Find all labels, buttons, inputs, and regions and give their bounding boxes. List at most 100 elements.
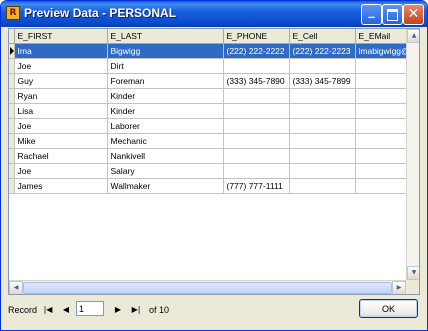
table-cell[interactable] (223, 118, 290, 134)
minimize-button[interactable]: _ (361, 4, 382, 25)
empty-row (9, 250, 415, 264)
scroll-thumb[interactable] (23, 282, 392, 294)
table-cell[interactable] (223, 103, 290, 119)
table-row[interactable]: Mike Mechanic (9, 133, 416, 149)
record-label: Record (8, 305, 38, 315)
next-record-icon[interactable]: ▶ (111, 303, 125, 317)
row-header[interactable] (9, 163, 15, 179)
table-cell[interactable]: James (14, 178, 108, 194)
table-row[interactable]: Joe Salary (9, 163, 416, 179)
table-cell[interactable]: (222) 222-2222 (223, 43, 290, 59)
table-row[interactable]: Ryan Kinder (9, 88, 416, 104)
data-table: E_FIRST E_LAST E_PHONE E_Cell E_EMail Im… (9, 29, 416, 264)
table-cell[interactable]: Mike (14, 133, 108, 149)
table-row[interactable]: James Wallmaker (777) 777-1111 (9, 178, 416, 194)
table-cell[interactable] (289, 88, 356, 104)
table-cell[interactable]: (222) 222-2223 (289, 43, 356, 59)
horizontal-scrollbar[interactable]: ◀ ▶ (9, 280, 406, 294)
record-navigator: Record |◀ ◀ ▶ ▶| of 10 OK (5, 297, 423, 325)
table-cell[interactable]: Joe (14, 163, 108, 179)
column-header[interactable]: E_FIRST (14, 29, 108, 44)
empty-cell (107, 222, 223, 236)
table-cell[interactable]: (333) 345-7899 (289, 73, 356, 89)
table-cell[interactable]: Lisa (14, 103, 108, 119)
table-cell[interactable]: Guy (14, 73, 108, 89)
table-row[interactable]: Guy Foreman (333) 345-7890 (333) 345-7899 (9, 73, 416, 89)
table-cell[interactable]: Kinder (107, 103, 224, 119)
empty-cell (107, 250, 223, 264)
table-cell[interactable]: Ima (14, 43, 108, 59)
row-header[interactable] (9, 58, 15, 74)
empty-cell (107, 208, 223, 222)
row-header[interactable] (9, 88, 15, 104)
table-cell[interactable] (223, 88, 290, 104)
table-cell[interactable] (289, 118, 356, 134)
first-record-icon[interactable]: |◀ (41, 303, 55, 317)
table-cell[interactable] (289, 148, 356, 164)
column-header[interactable]: E_PHONE (223, 29, 290, 44)
table-cell[interactable] (223, 148, 290, 164)
row-header[interactable] (9, 178, 15, 194)
empty-cell (223, 236, 289, 250)
table-cell[interactable]: Joe (14, 58, 108, 74)
table-row[interactable]: Lisa Kinder (9, 103, 416, 119)
table-cell[interactable]: Kinder (107, 88, 224, 104)
close-button[interactable]: ✕ (403, 4, 424, 25)
table-cell[interactable]: Wallmaker (107, 178, 224, 194)
scroll-corner (406, 280, 419, 294)
table-cell[interactable] (289, 178, 356, 194)
data-grid[interactable]: E_FIRST E_LAST E_PHONE E_Cell E_EMail Im… (8, 28, 420, 295)
record-number-input[interactable] (76, 301, 104, 316)
table-cell[interactable] (289, 58, 356, 74)
title-bar[interactable]: R Preview Data - PERSONAL _ ✕ (1, 1, 427, 27)
empty-cell (223, 194, 289, 209)
empty-row (9, 222, 415, 236)
table-cell[interactable] (223, 58, 290, 74)
table-cell[interactable]: Bigwigg (107, 43, 224, 59)
table-cell[interactable]: Nankivell (107, 148, 224, 164)
maximize-button[interactable] (382, 4, 403, 25)
table-cell[interactable]: (333) 345-7890 (223, 73, 290, 89)
table-row[interactable]: Rachael Nankivell (9, 148, 416, 164)
table-row[interactable]: Joe Laborer (9, 118, 416, 134)
table-cell[interactable] (223, 163, 290, 179)
empty-cell (14, 194, 107, 209)
scroll-left-icon[interactable]: ◀ (9, 281, 23, 294)
empty-row (9, 236, 415, 250)
table-cell[interactable] (289, 103, 356, 119)
table-cell[interactable]: Dirt (107, 58, 224, 74)
scroll-down-icon[interactable]: ▼ (407, 266, 419, 280)
row-header[interactable] (9, 148, 15, 164)
table-cell[interactable] (289, 133, 356, 149)
table-cell[interactable]: Foreman (107, 73, 224, 89)
current-row-arrow-icon (10, 47, 13, 55)
column-header[interactable]: E_LAST (107, 29, 224, 44)
last-record-icon[interactable]: ▶| (129, 303, 143, 317)
table-cell[interactable]: Ryan (14, 88, 108, 104)
table-cell[interactable]: Laborer (107, 118, 224, 134)
row-header[interactable] (9, 43, 15, 59)
ok-button[interactable]: OK (359, 299, 418, 318)
row-header[interactable] (9, 73, 15, 89)
scroll-right-icon[interactable]: ▶ (392, 281, 406, 294)
scroll-up-icon[interactable]: ▲ (407, 29, 419, 43)
column-header[interactable]: E_Cell (289, 29, 356, 44)
table-cell[interactable]: (777) 777-1111 (223, 178, 290, 194)
vertical-scrollbar[interactable]: ▲ ▼ (406, 29, 419, 294)
table-cell[interactable]: Salary (107, 163, 224, 179)
table-cell[interactable]: Joe (14, 118, 108, 134)
record-count: of 10 (149, 305, 170, 315)
table-cell[interactable]: Rachael (14, 148, 108, 164)
row-header[interactable] (9, 118, 15, 134)
table-row[interactable]: Joe Dirt (9, 58, 416, 74)
table-cell[interactable] (289, 163, 356, 179)
empty-cell (289, 222, 355, 236)
empty-cell (289, 236, 355, 250)
row-header[interactable] (9, 133, 15, 149)
empty-cell (107, 236, 223, 250)
prev-record-icon[interactable]: ◀ (59, 303, 73, 317)
table-cell[interactable] (223, 133, 290, 149)
table-cell[interactable]: Mechanic (107, 133, 224, 149)
table-row[interactable]: Ima Bigwigg (222) 222-2222 (222) 222-2223 im… (9, 43, 416, 59)
row-header[interactable] (9, 103, 15, 119)
